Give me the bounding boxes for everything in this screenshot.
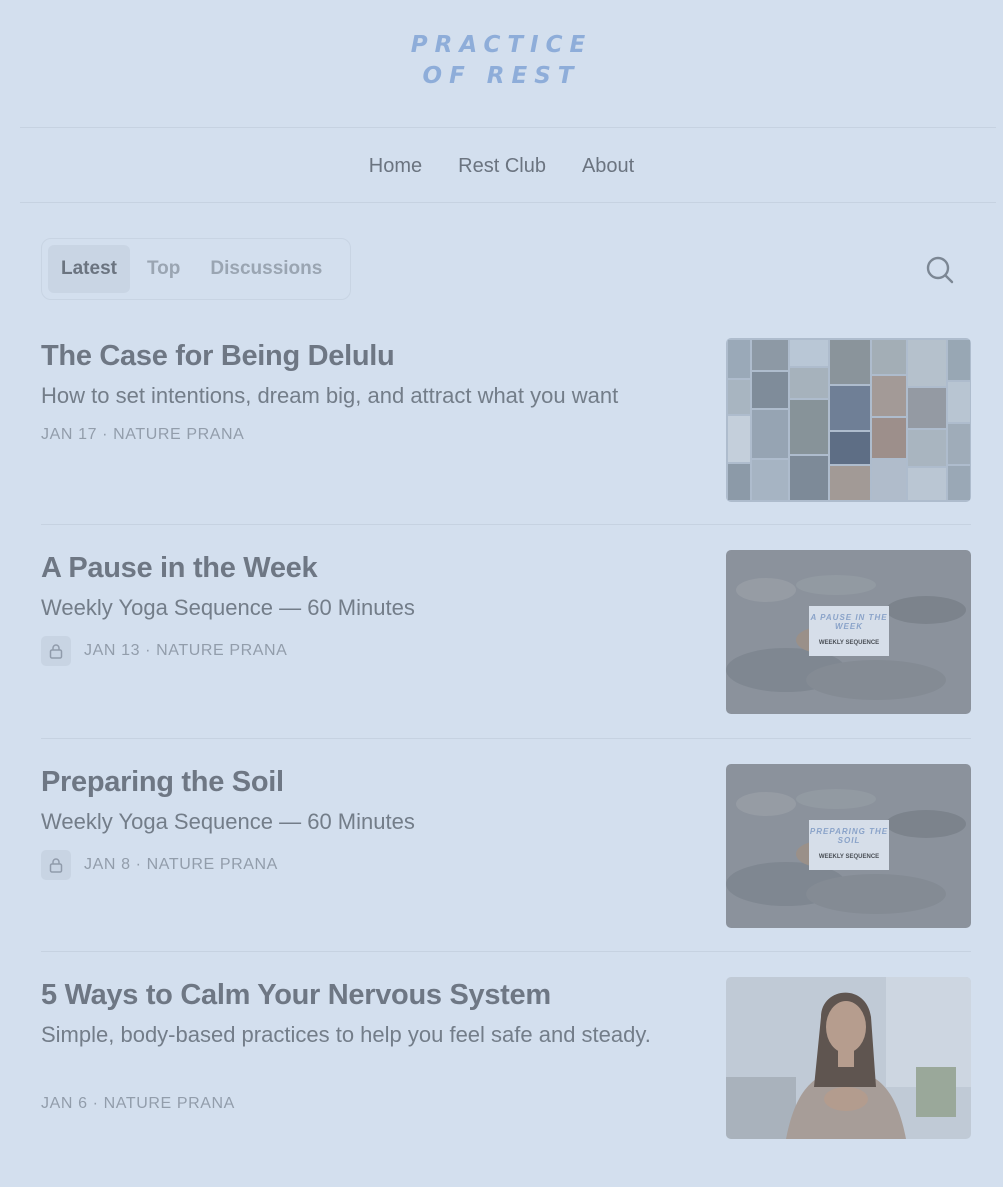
nav-divider xyxy=(20,202,996,203)
search-button[interactable] xyxy=(922,252,958,288)
tab-top[interactable]: Top xyxy=(134,245,193,293)
card-title: PREPARING THE SOIL xyxy=(809,827,889,845)
lock-icon xyxy=(41,636,71,666)
post-meta: JAN 17 · NATURE PRANA xyxy=(41,426,244,444)
nav-rest-club[interactable]: Rest Club xyxy=(458,155,546,178)
post-divider xyxy=(41,524,971,525)
tab-discussions[interactable]: Discussions xyxy=(197,245,335,293)
post-thumbnail[interactable]: A PAUSE IN THE WEEK WEEKLY SEQUENCE xyxy=(726,550,971,714)
sort-tabs: Latest Top Discussions xyxy=(41,238,351,300)
post-meta-text: JAN 6 · NATURE PRANA xyxy=(41,1095,235,1112)
post-divider xyxy=(41,951,971,952)
card-caption: WEEKLY SEQUENCE xyxy=(818,854,880,860)
logo-line-2: OF REST xyxy=(422,63,581,89)
post-title[interactable]: Preparing the Soil xyxy=(41,764,691,800)
post-title[interactable]: A Pause in the Week xyxy=(41,550,691,586)
post-subtitle: Weekly Yoga Sequence — 60 Minutes xyxy=(41,809,415,834)
header-divider xyxy=(20,127,996,128)
yoga-class-image xyxy=(726,550,971,714)
post-meta-text: JAN 13 · NATURE PRANA xyxy=(84,642,288,659)
card-caption: WEEKLY SEQUENCE xyxy=(818,640,880,646)
post-item[interactable]: 5 Ways to Calm Your Nervous System Simpl… xyxy=(41,977,971,1141)
post-item[interactable]: The Case for Being Delulu How to set int… xyxy=(41,338,971,508)
post-item[interactable]: Preparing the Soil Weekly Yoga Sequence … xyxy=(41,764,971,928)
post-meta-text: JAN 8 · NATURE PRANA xyxy=(84,856,278,873)
card-title: A PAUSE IN THE WEEK xyxy=(810,613,888,631)
post-item[interactable]: A Pause in the Week Weekly Yoga Sequence… xyxy=(41,550,971,714)
post-thumbnail[interactable] xyxy=(726,977,971,1139)
post-subtitle: Simple, body-based practices to help you… xyxy=(41,1022,651,1047)
post-subtitle: How to set intentions, dream big, and at… xyxy=(41,383,619,408)
main-nav: Home Rest Club About xyxy=(0,150,1003,182)
post-meta: JAN 6 · NATURE PRANA xyxy=(41,1095,235,1113)
post-meta: JAN 13 · NATURE PRANA xyxy=(41,636,287,666)
yoga-class-image xyxy=(726,764,971,928)
tab-latest[interactable]: Latest xyxy=(48,245,130,293)
post-divider xyxy=(41,738,971,739)
collage-image xyxy=(726,338,971,502)
site-logo[interactable]: PRACTICE OF REST xyxy=(0,30,1003,92)
post-thumbnail[interactable] xyxy=(726,338,971,502)
post-subtitle: Weekly Yoga Sequence — 60 Minutes xyxy=(41,595,415,620)
logo-line-1: PRACTICE xyxy=(410,32,593,58)
nav-about[interactable]: About xyxy=(582,155,634,178)
search-icon xyxy=(926,256,954,284)
lock-icon xyxy=(41,850,71,880)
post-thumbnail[interactable]: PREPARING THE SOIL WEEKLY SEQUENCE xyxy=(726,764,971,928)
post-meta: JAN 8 · NATURE PRANA xyxy=(41,850,278,880)
post-title[interactable]: The Case for Being Delulu xyxy=(41,338,691,374)
woman-photo xyxy=(726,977,971,1139)
post-meta-text: JAN 17 · NATURE PRANA xyxy=(41,426,245,443)
nav-home[interactable]: Home xyxy=(369,155,422,178)
post-title[interactable]: 5 Ways to Calm Your Nervous System xyxy=(41,977,691,1013)
